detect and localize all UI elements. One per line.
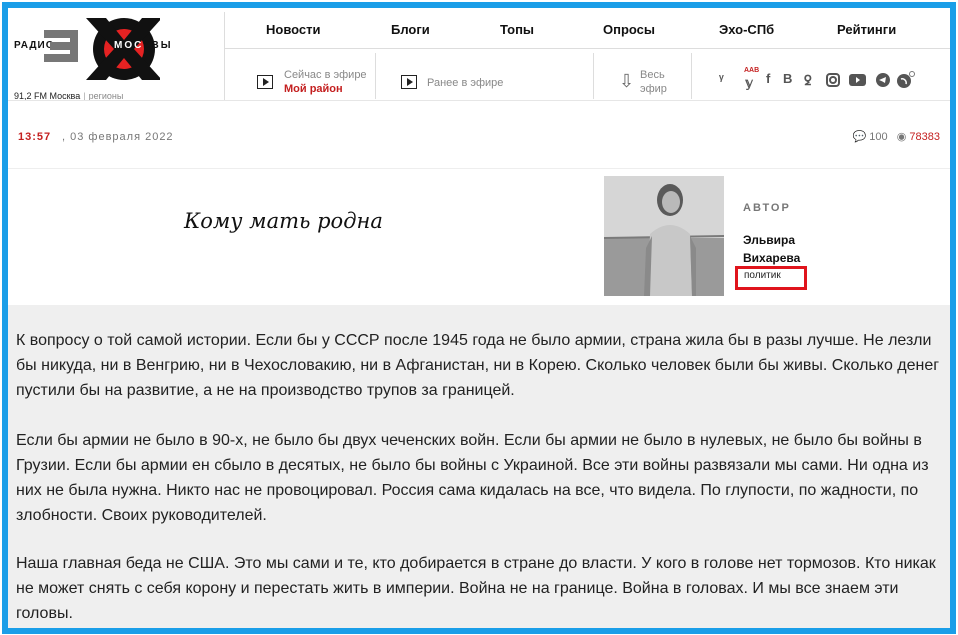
- author-label: АВТОР: [743, 202, 791, 214]
- publish-time: 13:57: [18, 131, 52, 143]
- play-icon: [257, 75, 273, 89]
- author-photo[interactable]: [604, 176, 724, 296]
- meta-divider: [8, 168, 950, 169]
- nav-item-blogs[interactable]: Блоги: [391, 22, 430, 37]
- publish-date: , 03 февраля 2022: [62, 131, 174, 143]
- nav-item-polls[interactable]: Опросы: [603, 22, 655, 37]
- odnoklassniki-icon[interactable]: ꝿ: [804, 71, 812, 89]
- play-icon: [401, 75, 417, 89]
- article-paragraph: К вопросу о той самой истории. Если бы у…: [16, 332, 940, 399]
- article-stats: 💬 100 ◉ 78383: [852, 130, 940, 143]
- all-air-line1: Весь: [640, 69, 665, 81]
- header-bottom-line: [8, 100, 950, 101]
- article-title: Кому мать родна: [184, 209, 383, 233]
- aab-badge: AAB: [744, 67, 760, 74]
- sub-header: Сейчас в эфире Мой район Ранее в эфире ⇩…: [225, 49, 950, 99]
- youtube-icon[interactable]: [849, 74, 866, 86]
- vk-icon[interactable]: B: [783, 71, 792, 86]
- main-nav: Новости Блоги Топы Опросы Эхо-СПб Рейтин…: [225, 12, 950, 49]
- arrow-down-icon: ⇩: [619, 71, 635, 91]
- comment-icon: 💬: [852, 131, 867, 143]
- author-name-link[interactable]: Эльвира Вихарева: [743, 231, 833, 267]
- twitter-icon[interactable]: 𝕪: [745, 75, 753, 91]
- live-show-link[interactable]: Мой район: [284, 83, 343, 95]
- logo-moskvy-text: МОСКВЫ: [114, 40, 173, 51]
- comments-count[interactable]: 100: [869, 131, 887, 143]
- instagram-icon[interactable]: [826, 73, 840, 87]
- sub-divider: [593, 53, 594, 99]
- earlier-label: Ранее в эфире: [427, 77, 504, 89]
- eye-icon: ◉: [896, 131, 907, 143]
- site-logo[interactable]: РАДИО МОСКВЫ 91,2 FM Москва | регионы: [10, 10, 225, 102]
- telegram-icon[interactable]: [876, 73, 890, 87]
- all-air-line2: эфир: [640, 83, 667, 95]
- nav-item-tops[interactable]: Топы: [500, 22, 534, 37]
- facebook-icon[interactable]: f: [766, 71, 770, 86]
- article-body: К вопросу о той самой истории. Если бы у…: [8, 305, 950, 628]
- article-paragraph: Если бы армии не было в 90-х, не было бы…: [16, 432, 929, 524]
- nav-item-news[interactable]: Новости: [266, 22, 321, 37]
- sub-divider: [375, 53, 376, 99]
- nav-item-ratings[interactable]: Рейтинги: [837, 22, 896, 37]
- views-count: 78383: [909, 131, 940, 143]
- screenshot-frame: РАДИО МОСКВЫ 91,2 FM Москва | регионы Ново…: [2, 2, 956, 634]
- sub-divider: [691, 53, 692, 99]
- nav-item-echo-spb[interactable]: Эхо-СПб: [719, 22, 774, 37]
- author-tag: политик: [744, 270, 781, 281]
- yandex-zen-icon[interactable]: ᵞ: [719, 71, 724, 86]
- article-paragraph: Наша главная беда не США. Это мы сами и …: [16, 555, 936, 622]
- rss-icon[interactable]: [897, 71, 915, 88]
- author-photo-image: [604, 176, 724, 296]
- logo-e-letter-icon: [44, 30, 78, 62]
- live-now-label: Сейчас в эфире: [284, 69, 367, 81]
